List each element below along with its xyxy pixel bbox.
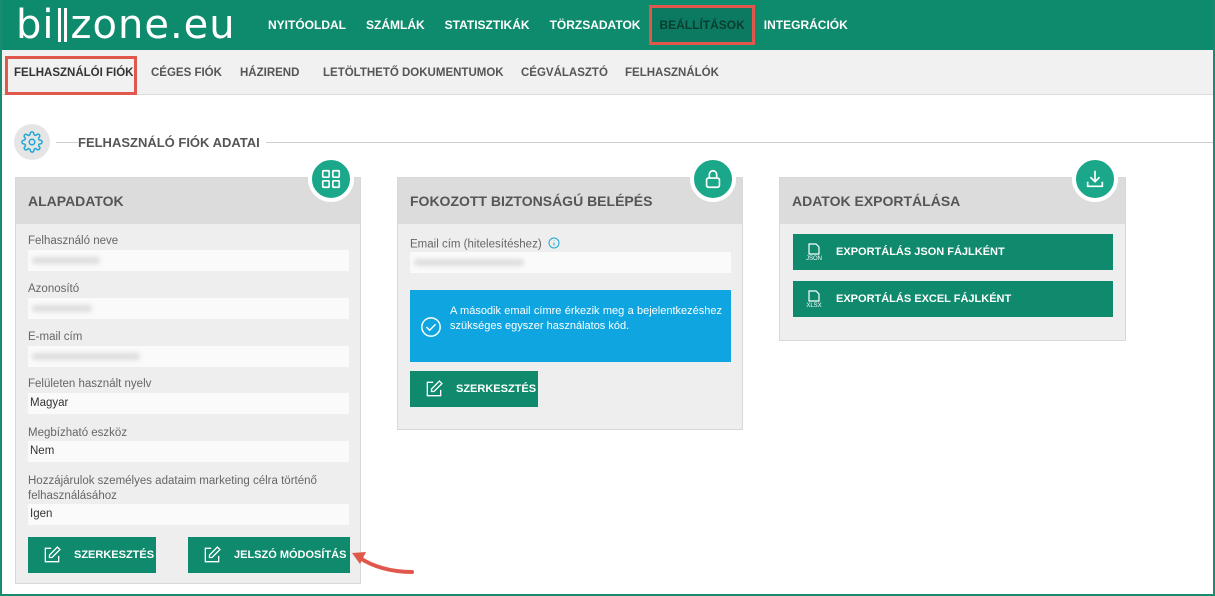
- edit-button[interactable]: SZERKESZTÉS: [28, 537, 156, 573]
- export-excel-label: EXPORTÁLÁS EXCEL FÁJLKÉNT: [836, 293, 1012, 305]
- nav-invoices[interactable]: SZÁMLÁK: [366, 18, 425, 32]
- edit-icon: [42, 545, 62, 565]
- nav-settings[interactable]: BEÁLLÍTÁSOK: [649, 5, 755, 45]
- gear-icon: [14, 124, 50, 160]
- email-value: [28, 346, 349, 367]
- basic-data-card: ALAPADATOK Felhasználó neve Azonosító E-…: [15, 177, 361, 584]
- xlsx-file-icon: XLSX: [806, 289, 822, 309]
- security-edit-label: SZERKESZTÉS: [456, 383, 537, 395]
- top-bar: bi zone.eu NYITÓOLDAL SZÁMLÁK STATISZTIKÁ…: [0, 0, 1215, 50]
- info-box: A második email címre érkezik meg a beje…: [410, 290, 731, 362]
- download-icon: [1072, 156, 1118, 202]
- info-icon[interactable]: [548, 237, 560, 252]
- username-label: Felhasználó neve: [28, 235, 119, 247]
- export-json-button[interactable]: JSON EXPORTÁLÁS JSON FÁJLKÉNT: [793, 234, 1113, 270]
- tab-company-account[interactable]: CÉGES FIÓK: [151, 67, 222, 79]
- sub-nav: FELHASZNÁLÓI FIÓK CÉGES FIÓK HÁZIREND LE…: [0, 50, 1215, 95]
- trusted-device-value: Nem: [28, 441, 349, 462]
- security-card: FOKOZOTT BIZTONSÁGÚ BELÉPÉS Email cím (h…: [397, 177, 743, 430]
- marketing-consent-value: Igen: [28, 504, 349, 525]
- edit-icon: [202, 545, 222, 565]
- check-circle-icon: [420, 316, 442, 343]
- identifier-value: [28, 298, 349, 319]
- main-nav: NYITÓOLDAL SZÁMLÁK STATISZTIKÁK TÖRZSADA…: [268, 0, 868, 50]
- export-card: ADATOK EXPORTÁLÁSA JSON EXPORTÁLÁS JSON …: [779, 177, 1126, 341]
- section-title: FELHASZNÁLÓ FIÓK ADATAI: [78, 135, 266, 150]
- json-file-icon: JSON: [806, 242, 822, 262]
- language-value: Magyar: [28, 393, 349, 414]
- identifier-label: Azonosító: [28, 283, 80, 295]
- tab-house-rules[interactable]: HÁZIREND: [240, 67, 299, 79]
- change-password-label: JELSZÓ MÓDOSÍTÁS: [234, 549, 347, 561]
- logo-suffix: zone.eu: [70, 2, 236, 48]
- logo-bars: [57, 8, 68, 42]
- logo-prefix: bi: [16, 2, 55, 48]
- security-email-value: [410, 252, 731, 273]
- tab-highlight: [5, 56, 137, 95]
- language-label: Felületen használt nyelv: [28, 378, 152, 390]
- annotation-arrow: [352, 552, 414, 574]
- security-edit-button[interactable]: SZERKESZTÉS: [410, 371, 538, 407]
- nav-home[interactable]: NYITÓOLDAL: [268, 18, 346, 32]
- tab-company-selector[interactable]: CÉGVÁLASZTÓ: [521, 67, 608, 79]
- grid-icon: [308, 156, 354, 202]
- edit-icon: [424, 379, 444, 399]
- username-value: [28, 250, 349, 271]
- info-text: A második email címre érkezik meg a beje…: [450, 305, 722, 332]
- security-email-label: Email cím (hitelesítéshez): [410, 237, 560, 252]
- export-json-label: EXPORTÁLÁS JSON FÁJLKÉNT: [836, 246, 1005, 258]
- tab-users[interactable]: FELHASZNÁLÓK: [625, 67, 719, 79]
- tab-downloadable-documents[interactable]: LETÖLTHETŐ DOKUMENTUMOK: [323, 67, 504, 79]
- email-label: E-mail cím: [28, 331, 83, 343]
- export-excel-button[interactable]: XLSX EXPORTÁLÁS EXCEL FÁJLKÉNT: [793, 281, 1113, 317]
- nav-master-data[interactable]: TÖRZSADATOK: [550, 18, 641, 32]
- nav-integrations[interactable]: INTEGRÁCIÓK: [764, 18, 848, 32]
- trusted-device-label: Megbízható eszköz: [28, 427, 128, 439]
- edit-button-label: SZERKESZTÉS: [74, 549, 155, 561]
- nav-statistics[interactable]: STATISZTIKÁK: [445, 18, 530, 32]
- logo[interactable]: bi zone.eu: [16, 1, 236, 49]
- lock-icon: [690, 156, 736, 202]
- change-password-button[interactable]: JELSZÓ MÓDOSÍTÁS: [188, 537, 350, 573]
- marketing-consent-label: Hozzájárulok személyes adataim marketing…: [28, 475, 317, 502]
